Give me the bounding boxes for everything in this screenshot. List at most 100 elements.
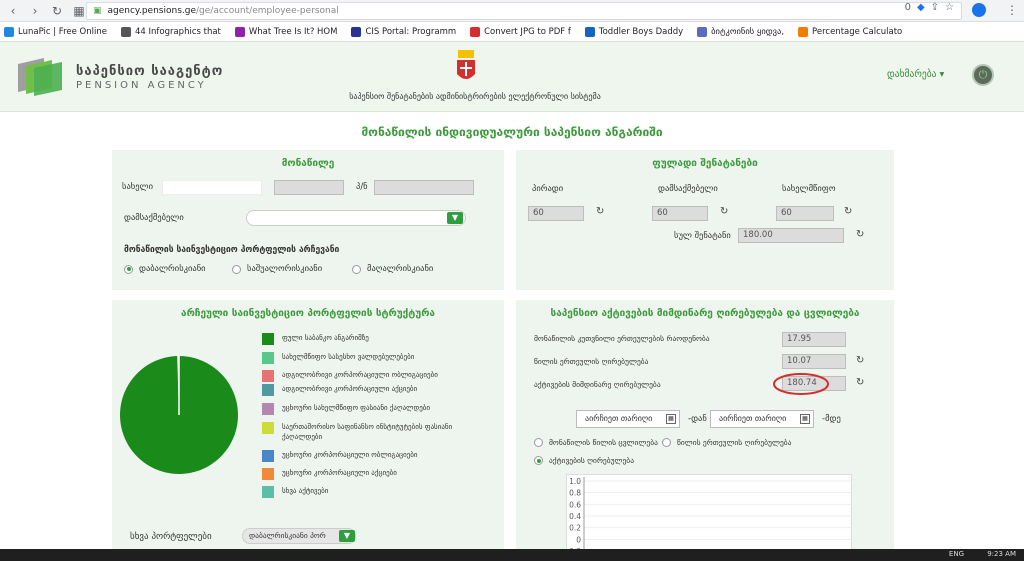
- date-to-placeholder: აირჩიეთ თარიღი: [719, 414, 787, 423]
- bookmark-5[interactable]: Toddler Boys Daddy: [584, 26, 683, 37]
- menu-icon[interactable]: ⋮: [1006, 3, 1018, 17]
- radio-dot[interactable]: [124, 264, 133, 274]
- calendar-icon[interactable]: ▦: [800, 414, 810, 424]
- legend-item: უცხოური კორპორაციული აქციები: [262, 468, 462, 480]
- asset-value-chart: 1.00.80.60.40.20-0.2: [566, 474, 852, 556]
- help-menu[interactable]: დახმარება ▾: [887, 69, 944, 80]
- employer-select[interactable]: ▼: [246, 210, 466, 226]
- bookmark-label: Percentage Calculato: [812, 26, 903, 37]
- bookmark-label: LunaPic | Free Online: [18, 26, 107, 37]
- legend-label: საერთაშორისო საფინანსო ინსტიტუტების ფასი…: [282, 423, 453, 441]
- highlight-ellipse-icon: [773, 373, 829, 395]
- employer-label: დამსაქმებელი: [124, 213, 184, 223]
- other-portfolios-value: დაბალრისკიანი პორ: [249, 531, 326, 540]
- favicon-icon: [351, 26, 362, 37]
- bookmark-0[interactable]: LunaPic | Free Online: [4, 26, 107, 37]
- favicon-icon: [120, 26, 131, 37]
- personal-id-field: [374, 180, 474, 195]
- participant-title: მონაწილე: [281, 158, 335, 169]
- radio-share-change[interactable]: მონაწილის წილის ცვლილება: [534, 438, 658, 447]
- date-from-input[interactable]: აირჩიეთ თარიღი ▦: [576, 410, 680, 428]
- date-from-placeholder: აირჩიეთ თარიღი: [585, 414, 653, 423]
- bookmark-1[interactable]: 44 Infographics that: [120, 26, 221, 37]
- refresh-icon[interactable]: ↻: [596, 206, 604, 217]
- legend-swatch: [262, 486, 274, 498]
- legend-swatch: [262, 422, 274, 434]
- radio-dot[interactable]: [352, 264, 361, 274]
- bookmark-label: Convert JPG to PDF f: [484, 26, 571, 37]
- share-icon[interactable]: ⇪: [931, 2, 939, 13]
- other-portfolios-select[interactable]: დაბალრისკიანი პორ ▼: [242, 528, 356, 544]
- chevron-down-icon[interactable]: ▼: [339, 530, 355, 542]
- bookmark-6[interactable]: ბიტკოინის ყიდვა,: [697, 26, 784, 37]
- last-name-field: [274, 180, 344, 195]
- radio-dot[interactable]: [662, 438, 671, 447]
- forward-icon[interactable]: ›: [26, 2, 44, 20]
- from-label: -დან: [688, 414, 707, 424]
- bookmark-label: 44 Infographics that: [134, 26, 221, 37]
- pension-agency-logo-icon[interactable]: [14, 56, 66, 96]
- legend-swatch: [262, 352, 274, 364]
- bookmark-7[interactable]: Percentage Calculato: [798, 26, 903, 37]
- radio-dot[interactable]: [232, 264, 241, 274]
- bookmark-label: What Tree Is It? HOM: [248, 26, 338, 37]
- legend-label: სახელმწიფო სასესხო ვალდებულებები: [282, 353, 415, 361]
- calendar-icon[interactable]: ▦: [666, 414, 676, 424]
- radio-label: მაღალრისკიანი: [367, 264, 434, 274]
- omnibox-actions: 0 ◆ ⇪ ☆: [905, 2, 954, 13]
- participant-panel: მონაწილე სახელი პ/ნ დამსაქმებელი ▼ მონაწ…: [112, 150, 504, 290]
- radio-medium-risk[interactable]: საშუალორისკიანი: [232, 264, 322, 274]
- y-tick-label: 0.8: [569, 489, 581, 498]
- shield-icon[interactable]: ◆: [917, 2, 925, 13]
- date-to-input[interactable]: აირჩიეთ თარიღი ▦: [710, 410, 814, 428]
- legend-label: სხვა აქტივები: [282, 487, 329, 495]
- extension-count[interactable]: 0: [905, 2, 911, 13]
- legend-swatch: [262, 384, 274, 396]
- legend-item: ფული საბანკო ანგარიშზე: [262, 333, 462, 345]
- logo-subtitle: PENSION AGENCY: [76, 80, 207, 91]
- logout-button[interactable]: ⏻: [972, 64, 994, 86]
- language-indicator[interactable]: ENG: [949, 550, 964, 558]
- legend-swatch: [262, 450, 274, 462]
- caret-down-icon: ▾: [939, 69, 945, 80]
- radio-asset-value[interactable]: აქტივების ღირებულება: [534, 456, 634, 465]
- favicon-icon: [234, 26, 245, 37]
- refresh-icon[interactable]: ↻: [720, 206, 728, 217]
- refresh-icon[interactable]: ↻: [856, 377, 864, 388]
- bookmark-label: CIS Portal: Programm: [365, 26, 457, 37]
- refresh-icon[interactable]: ↻: [856, 355, 864, 366]
- legend-label: უცხოური სახელმწიფო ფასიანი ქაღალდები: [282, 404, 431, 412]
- site-header: საპენსიო სააგენტო PENSION AGENCY საპენსი…: [0, 42, 1024, 112]
- employer-value: 60: [652, 206, 708, 221]
- radio-label: საშუალორისკიანი: [247, 264, 323, 274]
- legend-item: საერთაშორისო საფინანსო ინსტიტუტების ფასი…: [262, 422, 462, 442]
- radio-dot[interactable]: [534, 438, 543, 447]
- employer-contrib-label: დამსაქმებელი: [658, 184, 718, 194]
- chevron-down-icon[interactable]: ▼: [447, 212, 463, 224]
- reload-icon[interactable]: ↻: [48, 2, 66, 20]
- refresh-icon[interactable]: ↻: [844, 206, 852, 217]
- legend-swatch: [262, 403, 274, 415]
- address-bar[interactable]: ▣ agency.pensions.ge /ge/account/employe…: [86, 2, 962, 20]
- legend-label: ადგილობრივი კორპორაციული ობლიგაციები: [282, 371, 438, 379]
- radio-unit-value[interactable]: წილის ერთეულის ღირებულება: [662, 438, 791, 447]
- refresh-icon[interactable]: ↻: [856, 229, 864, 240]
- bookmark-4[interactable]: Convert JPG to PDF f: [470, 26, 571, 37]
- favicon-icon: [4, 26, 14, 37]
- name-label: სახელი: [122, 182, 153, 192]
- units-count-value: 17.95: [782, 332, 846, 347]
- radio-low-risk[interactable]: დაბალრისკიანი: [124, 264, 206, 274]
- total-value: 180.00: [738, 228, 844, 243]
- to-label: -მდე: [822, 414, 841, 424]
- bookmark-2[interactable]: What Tree Is It? HOM: [234, 26, 338, 37]
- radio-high-risk[interactable]: მაღალრისკიანი: [352, 264, 433, 274]
- profile-extension-icon[interactable]: [972, 3, 986, 17]
- y-tick-label: 0.4: [569, 512, 581, 521]
- help-label: დახმარება: [887, 69, 937, 80]
- clock[interactable]: 9:23 AM: [987, 550, 1016, 558]
- legend-label: ადგილობრივი კორპორაციული აქციები: [282, 385, 418, 393]
- bookmark-3[interactable]: CIS Portal: Programm: [351, 26, 457, 37]
- back-icon[interactable]: ‹: [4, 2, 22, 20]
- radio-dot[interactable]: [534, 456, 543, 465]
- star-icon[interactable]: ☆: [945, 2, 954, 13]
